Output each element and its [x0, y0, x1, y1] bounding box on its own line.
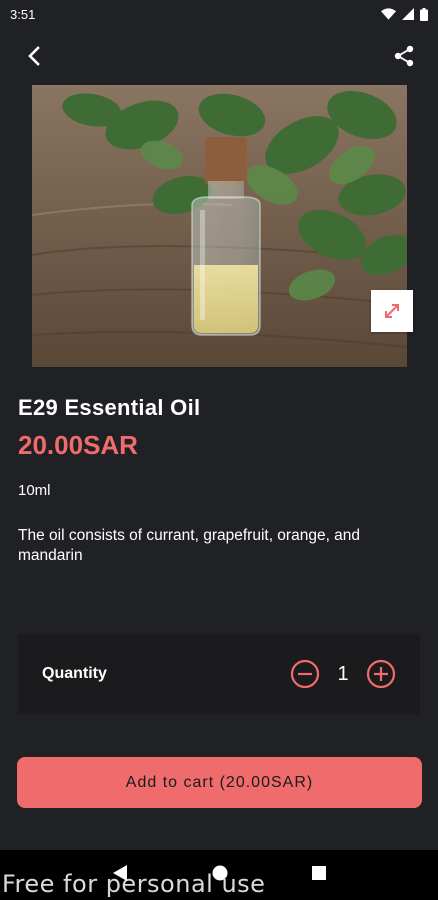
signal-icon [402, 8, 414, 20]
product-description: The oil consists of currant, grapefruit,… [18, 527, 361, 564]
back-button[interactable] [16, 38, 52, 74]
minus-circle-icon [290, 659, 320, 689]
product-price: 20.00SAR [18, 430, 138, 460]
battery-icon [420, 7, 428, 21]
product-detail-screen: 3:51 E29 Essential Oil 20.00SAR 10ml The… [0, 0, 438, 900]
share-button[interactable] [386, 38, 422, 74]
quantity-value: 1 [337, 662, 349, 685]
plus-circle-icon [366, 659, 396, 689]
essential-oil-bottle-image [32, 85, 407, 367]
status-icons [381, 7, 428, 21]
product-size: 10ml [18, 482, 51, 499]
quantity-stepper: 1 [290, 659, 396, 689]
expand-image-button[interactable] [371, 290, 413, 332]
expand-icon [385, 304, 399, 318]
decrement-button[interactable] [290, 659, 320, 689]
quantity-label: Quantity [42, 665, 107, 682]
watermark-text: Free for personal use [2, 870, 266, 898]
share-icon [394, 45, 414, 67]
add-to-cart-button[interactable]: Add to cart (20.00SAR) [17, 757, 422, 808]
recents-square-icon [312, 865, 326, 880]
increment-button[interactable] [366, 659, 396, 689]
product-image[interactable] [32, 85, 407, 367]
app-bar [0, 28, 438, 84]
back-arrow-icon [28, 46, 40, 66]
quantity-card: Quantity 1 [18, 634, 420, 714]
status-time: 3:51 [10, 6, 36, 22]
product-title: E29 Essential Oil [18, 395, 201, 420]
nav-recents-button[interactable] [312, 865, 326, 885]
wifi-icon [381, 8, 396, 20]
status-bar: 3:51 [0, 0, 438, 28]
